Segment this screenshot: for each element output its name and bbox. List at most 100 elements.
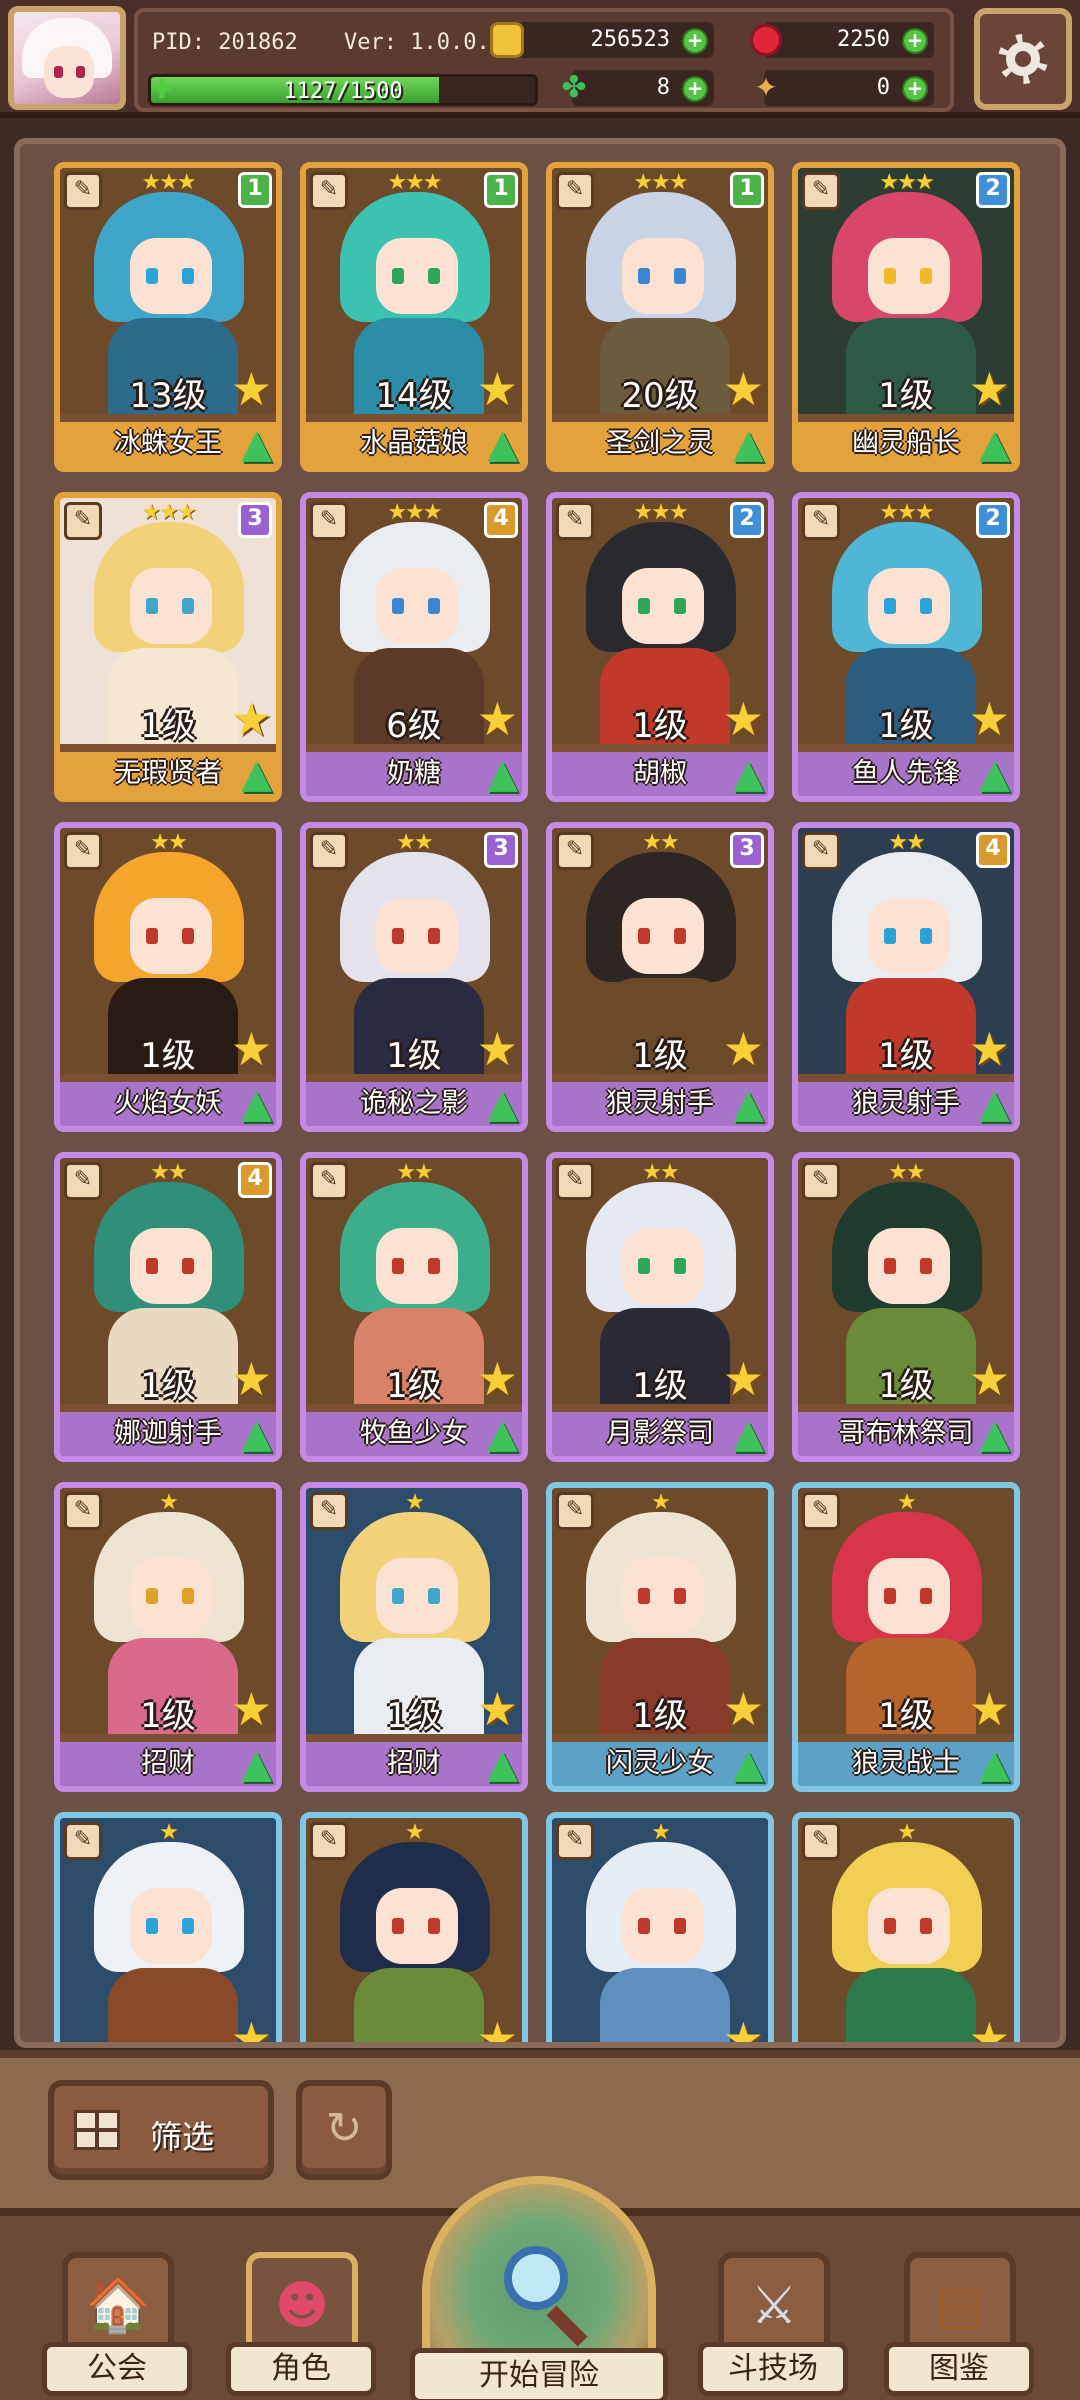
upgrade-arrow-icon: ▲ (241, 421, 272, 467)
nav-guild-label: 公会 (42, 2342, 192, 2396)
character-card[interactable]: ★★ ✎ 1级 ★ 火焰女妖 ▲ (54, 822, 282, 1132)
class-icon: ✎ (64, 832, 102, 870)
upgrade-arrow-icon: ▲ (979, 1741, 1010, 1787)
upgrade-arrow-icon: ▲ (241, 1411, 272, 1457)
star-upgrade-icon: ★ (476, 1022, 518, 1076)
class-icon: ✎ (556, 1822, 594, 1860)
character-card[interactable]: ★★★ ✎ 1 14级 ★ 水晶菇娘 ▲ (300, 162, 528, 472)
character-card[interactable]: ★✎★▲ (792, 1812, 1020, 2042)
refresh-icon: ↻ (325, 2103, 363, 2154)
portrait-eye-left (146, 268, 158, 284)
portrait-face (376, 238, 458, 314)
character-card[interactable]: ★✎★▲ (546, 1812, 774, 2042)
gold-value: 256523 (590, 27, 670, 52)
add-bone-button[interactable]: + (902, 76, 928, 102)
portrait-face (376, 1228, 458, 1304)
portrait-face (622, 1888, 704, 1964)
add-clover-button[interactable]: + (682, 76, 708, 102)
character-card[interactable]: ★★ ✎ 3 1级 ★ 狼灵射手 ▲ (546, 822, 774, 1132)
portrait-eye-left (638, 598, 650, 614)
class-icon: ✎ (802, 172, 840, 210)
portrait-eye-right (920, 1588, 932, 1604)
bone-counter: ✦ 0 + (754, 70, 934, 106)
add-gold-button[interactable]: + (682, 28, 708, 54)
character-card[interactable]: ★★★ ✎ 2 1级 ★ 胡椒 ▲ (546, 492, 774, 802)
portrait-face (376, 898, 458, 974)
tier-badge: 2 (730, 502, 764, 538)
portrait-face (868, 898, 950, 974)
character-card[interactable]: ★★★ ✎ 3 1级 ★ 无瑕贤者 ▲ (54, 492, 282, 802)
filter-button[interactable]: 筛选 (48, 2080, 274, 2180)
add-gem-button[interactable]: + (902, 28, 928, 54)
character-icon: ☻ (274, 2276, 330, 2336)
character-card[interactable]: ★★ ✎ 4 1级 ★ 娜迦射手 ▲ (54, 1152, 282, 1462)
character-card[interactable]: ★★ ✎ 3 1级 ★ 诡秘之影 ▲ (300, 822, 528, 1132)
portrait-face (130, 898, 212, 974)
portrait-eye-right (674, 1918, 686, 1934)
character-card[interactable]: ★★★ ✎ 2 1级 ★ 幽灵船长 ▲ (792, 162, 1020, 472)
portrait-eye-right (920, 268, 932, 284)
character-card[interactable]: ★ ✎ 1级 ★ 狼灵战士 ▲ (792, 1482, 1020, 1792)
nav-guild-button[interactable]: 🏠 公会 (42, 2252, 192, 2400)
upgrade-arrow-icon: ▲ (241, 751, 272, 797)
gem-value: 2250 (837, 27, 890, 52)
character-card[interactable]: ★★ ✎ 1级 ★ 月影祭司 ▲ (546, 1152, 774, 1462)
star-upgrade-icon: ★ (968, 692, 1010, 746)
character-list-panel[interactable]: ★★★ ✎ 1 13级 ★ 冰蛛女王 ▲ ★★★ ✎ 1 14级 ★ 水晶菇娘 ▲ ★★★ ✎ 1 20级 ★ 圣剑之… (14, 138, 1066, 2048)
portrait-eye-left (146, 598, 158, 614)
portrait-eye-left (392, 598, 404, 614)
character-card[interactable]: ★ ✎ 1级 ★ 招财 ▲ (54, 1482, 282, 1792)
clover-counter: ✤ 8 + (561, 70, 714, 106)
tier-badge: 1 (730, 172, 764, 208)
portrait-face (130, 238, 212, 314)
portrait-body (354, 1968, 484, 2042)
nav-character-button[interactable]: ☻ 角色 (226, 2252, 376, 2400)
star-upgrade-icon: ★ (722, 1682, 764, 1736)
reset-sort-button[interactable]: ↻ (296, 2080, 392, 2180)
start-adventure-label: 开始冒险 (410, 2348, 668, 2400)
character-card[interactable]: ★★★ ✎ 1 13级 ★ 冰蛛女王 ▲ (54, 162, 282, 472)
nav-arena-button[interactable]: ⚔ 斗技场 (698, 2252, 848, 2400)
character-card[interactable]: ★ ✎ 1级 ★ 招财 ▲ (300, 1482, 528, 1792)
portrait-eye-left (146, 1588, 158, 1604)
character-card[interactable]: ★ ✎ 1级 ★ 闪灵少女 ▲ (546, 1482, 774, 1792)
book-icon: ▤ (935, 2276, 985, 2336)
portrait-face (622, 238, 704, 314)
top-bar: PID: 201862 Ver: 1.0.0.0 256523 + 2250 +… (0, 0, 1080, 118)
character-card[interactable]: ★✎★▲ (54, 1812, 282, 2048)
portrait-eye-right (182, 268, 194, 284)
character-card[interactable]: ★★ ✎ 1级 ★ 哥布林祭司 ▲ (792, 1152, 1020, 1462)
upgrade-arrow-icon: ▲ (733, 751, 764, 797)
start-adventure-button[interactable]: 开始冒险 (410, 2176, 668, 2400)
gear-icon (998, 34, 1048, 84)
class-icon: ✎ (64, 1822, 102, 1860)
class-icon: ✎ (556, 502, 594, 540)
player-avatar[interactable] (8, 6, 126, 110)
character-card[interactable]: ★★ ✎ 1级 ★ 牧鱼少女 ▲ (300, 1152, 528, 1462)
upgrade-arrow-icon: ▲ (487, 1741, 518, 1787)
class-icon: ✎ (310, 1822, 348, 1860)
upgrade-arrow-icon: ▲ (487, 751, 518, 797)
bottom-nav: 🏠 公会 ☻ 角色 开始冒险 ⚔ 斗技场 ▤ 图鉴 (0, 2176, 1080, 2400)
portrait-eye-right (920, 928, 932, 944)
avatar-face (44, 46, 94, 98)
nav-codex-button[interactable]: ▤ 图鉴 (884, 2252, 1034, 2400)
character-card[interactable]: ★★ ✎ 4 1级 ★ 狼灵射手 ▲ (792, 822, 1020, 1132)
portrait-eye-right (428, 1588, 440, 1604)
settings-button[interactable] (974, 8, 1072, 110)
star-upgrade-icon: ★ (230, 2012, 272, 2048)
portrait-eye-left (392, 1918, 404, 1934)
character-card[interactable]: ★✎★▲ (300, 1812, 528, 2042)
class-icon: ✎ (64, 1492, 102, 1530)
star-upgrade-icon: ★ (722, 1352, 764, 1406)
portrait-eye-right (428, 598, 440, 614)
class-icon: ✎ (310, 1162, 348, 1200)
character-card[interactable]: ★★★ ✎ 2 1级 ★ 鱼人先锋 ▲ (792, 492, 1020, 802)
upgrade-arrow-icon: ▲ (979, 421, 1010, 467)
portrait-eye-right (674, 598, 686, 614)
portrait-face (376, 1558, 458, 1634)
character-card[interactable]: ★★★ ✎ 1 20级 ★ 圣剑之灵 ▲ (546, 162, 774, 472)
character-card[interactable]: ★★★ ✎ 4 6级 ★ 奶糖 ▲ (300, 492, 528, 802)
class-icon: ✎ (64, 502, 102, 540)
portrait-eye-right (182, 1918, 194, 1934)
